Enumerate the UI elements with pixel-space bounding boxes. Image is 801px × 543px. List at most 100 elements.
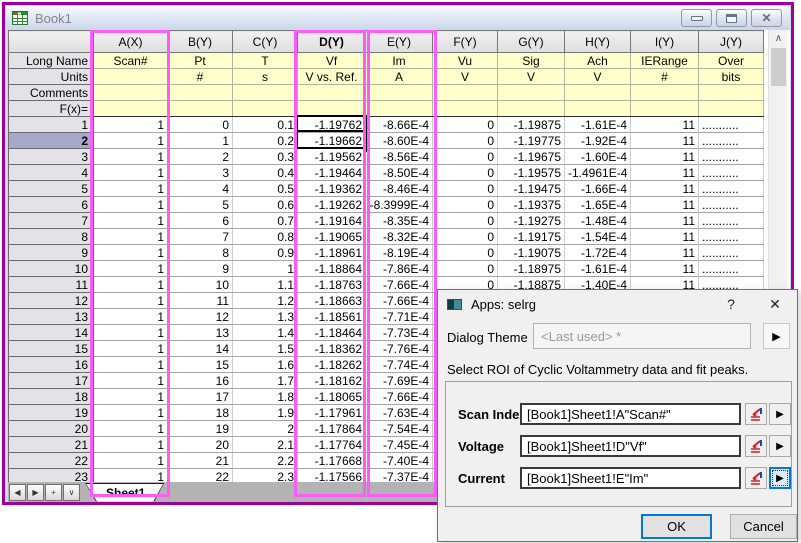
cell[interactable]: 1 <box>93 372 168 389</box>
cell[interactable]: -1.18464 <box>297 324 366 341</box>
cell[interactable]: 0.8 <box>232 228 298 245</box>
cell[interactable]: 16 <box>167 372 233 389</box>
cell[interactable]: 1.5 <box>232 340 298 357</box>
label-cell[interactable] <box>630 100 699 117</box>
cell[interactable]: 11 <box>630 180 699 197</box>
cell[interactable]: -1.19475 <box>497 180 565 197</box>
column-header-F(Y)[interactable]: F(Y) <box>432 30 498 53</box>
label-cell[interactable] <box>93 68 168 85</box>
row-header-5[interactable]: 5 <box>8 180 94 197</box>
row-header-9[interactable]: 9 <box>8 244 94 261</box>
cell[interactable]: -1.19575 <box>497 164 565 181</box>
current-column-browse-button[interactable] <box>745 467 767 489</box>
cell[interactable]: -1.17961 <box>297 404 366 421</box>
column-header-H(Y)[interactable]: H(Y) <box>564 30 631 53</box>
cell[interactable]: -1.60E-4 <box>564 148 631 165</box>
cell[interactable]: 0 <box>432 244 498 261</box>
label-cell[interactable]: Pt <box>167 52 233 69</box>
row-header-19[interactable]: 19 <box>8 404 94 421</box>
cell[interactable]: 0.3 <box>232 148 298 165</box>
cell[interactable]: 2.2 <box>232 452 298 469</box>
cell[interactable]: -1.18864 <box>297 260 366 277</box>
column-header-B(Y)[interactable]: B(Y) <box>167 30 233 53</box>
cell[interactable]: -7.45E-4 <box>365 436 433 453</box>
current-input[interactable] <box>520 467 741 489</box>
label-cell[interactable] <box>564 100 631 117</box>
voltage-options-button[interactable]: ▶ <box>769 435 791 457</box>
cell[interactable]: -1.19562 <box>297 148 366 165</box>
cell[interactable]: -7.66E-4 <box>365 292 433 309</box>
cell[interactable]: -1.18975 <box>497 260 565 277</box>
cell[interactable]: -7.73E-4 <box>365 324 433 341</box>
label-cell[interactable] <box>630 84 699 101</box>
label-row-header[interactable]: Comments <box>8 84 94 101</box>
label-cell[interactable] <box>93 100 168 117</box>
current-options-button[interactable]: ▶ <box>769 467 791 489</box>
cell[interactable]: 20 <box>167 436 233 453</box>
cell[interactable]: 11 <box>630 164 699 181</box>
cell[interactable]: -1.17864 <box>297 420 366 437</box>
column-header-C(Y)[interactable]: C(Y) <box>232 30 298 53</box>
label-cell[interactable] <box>432 84 498 101</box>
cell[interactable]: 15 <box>167 356 233 373</box>
row-header-2[interactable]: 2 <box>8 132 94 149</box>
cell[interactable]: -1.4961E-4 <box>564 164 631 181</box>
scan-index-options-button[interactable]: ▶ <box>769 403 791 425</box>
sheet-tab-sheet1[interactable]: Sheet1 <box>86 484 163 502</box>
cell[interactable]: -1.19164 <box>297 212 366 229</box>
row-header-20[interactable]: 20 <box>8 420 94 437</box>
cell[interactable]: 4 <box>167 180 233 197</box>
cell[interactable]: 2 <box>232 420 298 437</box>
label-cell[interactable] <box>497 84 565 101</box>
cell[interactable]: 5 <box>167 196 233 213</box>
label-row-header[interactable]: F(x)= <box>8 100 94 117</box>
label-cell[interactable]: Over <box>698 52 764 69</box>
row-header-21[interactable]: 21 <box>8 436 94 453</box>
cell[interactable]: 1.3 <box>232 308 298 325</box>
label-cell[interactable]: IERange <box>630 52 699 69</box>
label-cell[interactable] <box>167 100 233 117</box>
cell[interactable]: 19 <box>167 420 233 437</box>
row-header-4[interactable]: 4 <box>8 164 94 181</box>
cell[interactable]: 1 <box>93 196 168 213</box>
cell[interactable]: 2.3 <box>232 468 298 482</box>
label-cell[interactable] <box>497 100 565 117</box>
cell[interactable]: -1.19775 <box>497 132 565 149</box>
row-header-23[interactable]: 23 <box>8 468 94 482</box>
cell[interactable]: 17 <box>167 388 233 405</box>
cell[interactable]: -7.86E-4 <box>365 260 433 277</box>
dialog-close-button[interactable]: ✕ <box>761 292 789 316</box>
cell[interactable]: 11 <box>630 116 699 133</box>
cell[interactable]: -1.19175 <box>497 228 565 245</box>
label-cell[interactable]: T <box>232 52 298 69</box>
cell[interactable]: -1.66E-4 <box>564 180 631 197</box>
cell[interactable]: -7.66E-4 <box>365 388 433 405</box>
selection-handle[interactable] <box>364 147 369 152</box>
label-cell[interactable]: Vf <box>297 52 366 69</box>
cell[interactable]: ........... <box>698 260 764 277</box>
cell[interactable]: 0 <box>167 116 233 133</box>
cell[interactable]: 18 <box>167 404 233 421</box>
cell[interactable]: 1 <box>93 244 168 261</box>
label-cell[interactable]: V vs. Ref. <box>297 68 366 85</box>
tab-scroll-right-button[interactable]: ▶ <box>27 483 44 501</box>
cell[interactable]: -7.74E-4 <box>365 356 433 373</box>
cell[interactable]: -1.19262 <box>297 196 366 213</box>
cell[interactable]: 11 <box>630 148 699 165</box>
theme-flyout-button[interactable]: ▶ <box>763 323 790 349</box>
cell[interactable]: 1.7 <box>232 372 298 389</box>
column-header-D(Y)[interactable]: D(Y) <box>297 30 366 53</box>
cell[interactable]: 14 <box>167 340 233 357</box>
label-cell[interactable] <box>698 100 764 117</box>
cell[interactable]: -1.48E-4 <box>564 212 631 229</box>
cell[interactable]: 1 <box>93 420 168 437</box>
close-button[interactable]: ✕ <box>751 9 782 27</box>
cell[interactable]: 0 <box>432 196 498 213</box>
scan-index-input[interactable] <box>520 403 741 425</box>
cell[interactable]: 1 <box>93 324 168 341</box>
cell[interactable]: 1 <box>93 452 168 469</box>
cell[interactable]: -7.63E-4 <box>365 404 433 421</box>
cell[interactable]: -1.18961 <box>297 244 366 261</box>
cell[interactable]: -7.76E-4 <box>365 340 433 357</box>
row-header-3[interactable]: 3 <box>8 148 94 165</box>
